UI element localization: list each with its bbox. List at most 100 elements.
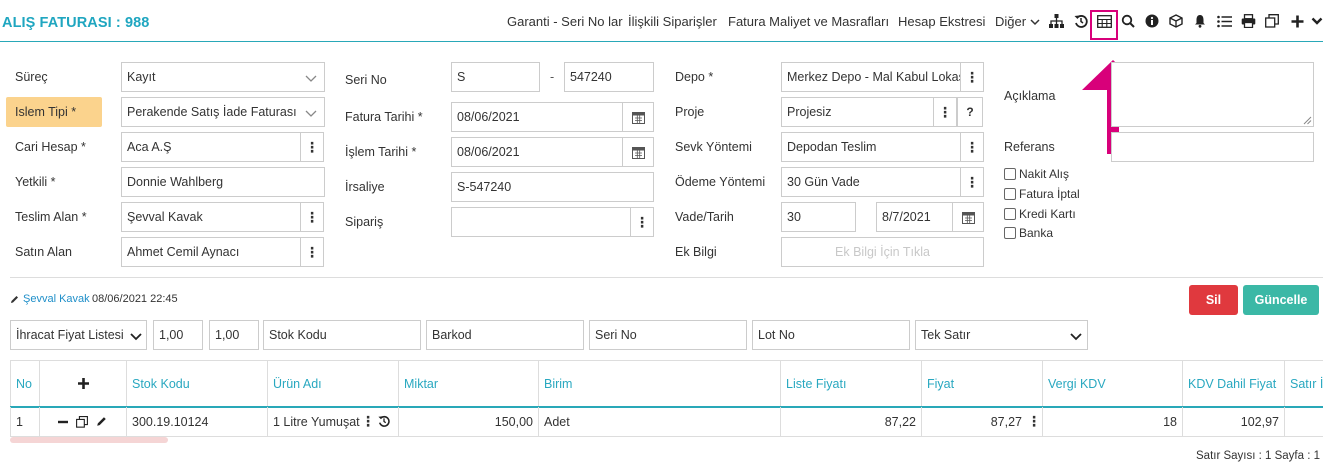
column-header-birim[interactable]: Birim [538,361,780,406]
list-icon[interactable] [1216,13,1232,29]
teslim-alan-menu-button[interactable]: ⋮ [300,202,324,232]
column-header-vergi-kdv[interactable]: Vergi KDV [1042,361,1182,406]
siparis-menu-button[interactable]: ⋮ [630,207,654,237]
row-menu-button[interactable]: ⋮ [361,413,375,430]
odeme-yontemi-menu-button[interactable]: ⋮ [960,167,984,197]
search-icon[interactable] [1120,13,1136,29]
link-fatura-maliyet[interactable]: Fatura Maliyet ve Masrafları [728,14,889,29]
fatura-iptal-checkbox[interactable]: Fatura İptal [1004,187,1080,201]
copy-icon[interactable] [1264,13,1280,29]
depo-input[interactable]: Merkez Depo - Mal Kabul Lokas [781,62,961,92]
print-icon[interactable] [1240,13,1256,29]
checkbox-label: Nakit Alış [1019,167,1070,181]
proje-label: Proje [675,105,705,119]
menu-diger[interactable]: Diğer [995,14,1040,29]
chevron-down-icon[interactable] [1310,13,1323,29]
checkbox-box[interactable] [1004,208,1016,220]
islem-tarihi-input[interactable]: 08/06/2021 [451,137,623,167]
depo-menu-button[interactable]: ⋮ [960,62,984,92]
plus-icon [77,378,89,389]
checkbox-box[interactable] [1004,188,1016,200]
chevron-down-icon [130,333,142,341]
odeme-yontemi-input[interactable]: 30 Gün Vade [781,167,961,197]
nakit-alis-checkbox[interactable]: Nakit Alış [1004,167,1069,181]
column-header-urun-adi[interactable]: Ürün Adı [267,361,398,406]
lot-no-input[interactable]: Lot No [752,320,910,350]
price-list-select[interactable]: İhracat Fiyat Listesi [10,320,147,350]
column-header-kdv-dahil-fiyat[interactable]: KDV Dahil Fiyat [1182,361,1284,406]
minus-icon[interactable] [58,417,68,427]
satin-alan-menu-button[interactable]: ⋮ [300,237,324,267]
history-icon[interactable] [378,415,390,427]
checkbox-box[interactable] [1004,168,1016,180]
cari-hesap-menu-button[interactable]: ⋮ [300,132,324,162]
cube-icon[interactable] [1168,13,1184,29]
mode-select[interactable]: Tek Satır [915,320,1088,350]
aciklama-label: Açıklama [1004,89,1056,103]
seri-no-number-input[interactable]: 547240 [564,62,654,92]
quantity-input-2[interactable]: 1,00 [209,320,259,350]
column-header-miktar[interactable]: Miktar [398,361,538,406]
mode-value: Tek Satır [921,328,971,342]
vade-date-input[interactable]: 8/7/2021 [876,202,953,232]
checkbox-label: Kredi Kartı [1019,207,1076,221]
fatura-tarihi-input[interactable]: 08/06/2021 [451,102,623,132]
checkbox-box[interactable] [1004,227,1016,239]
cell-kdv-dahil: 102,97 [1182,407,1284,437]
calendar-icon[interactable] [952,202,984,232]
update-button[interactable]: Güncelle [1243,285,1319,315]
cari-hesap-input[interactable]: Aca A.Ş [121,132,301,162]
calendar-icon[interactable] [622,137,654,167]
resize-handle-icon[interactable] [1303,116,1312,125]
barkod-input[interactable]: Barkod [426,320,584,350]
siparis-input[interactable] [451,207,631,237]
sitemap-icon[interactable] [1048,13,1064,29]
plus-icon[interactable] [1289,13,1305,29]
column-header-satir[interactable]: Satır İ [1284,361,1323,406]
aciklama-textarea[interactable] [1111,62,1314,127]
link-garanti-seri[interactable]: Garanti - Seri No lar [507,14,623,29]
cell-vergi-kdv: 18 [1042,407,1182,437]
delete-button[interactable]: Sil [1189,285,1238,315]
referans-input[interactable] [1111,132,1314,162]
proje-menu-button[interactable]: ⋮ [933,97,957,127]
proje-input[interactable]: Projesiz [781,97,934,127]
bell-icon[interactable] [1192,13,1208,29]
column-header-no[interactable]: No [10,361,39,406]
sevk-yontemi-menu-button[interactable]: ⋮ [960,132,984,162]
pencil-icon[interactable] [96,416,107,427]
column-header-fiyat[interactable]: Fiyat [921,361,1042,406]
fiyat-menu-button[interactable]: ⋮ [1027,413,1041,430]
sevk-yontemi-input[interactable]: Depodan Teslim [781,132,961,162]
calendar-icon[interactable] [622,102,654,132]
checkbox-label: Banka [1019,226,1054,240]
horizontal-scrollbar[interactable] [10,437,168,443]
seri-no-prefix-input[interactable]: S [451,62,540,92]
add-row-button[interactable] [39,361,126,406]
chevron-down-icon [1030,19,1040,26]
islem-tipi-select[interactable]: Perakende Satış İade Faturası [121,97,325,127]
column-header-stok-kodu[interactable]: Stok Kodu [126,361,267,406]
satin-alan-input[interactable]: Ahmet Cemil Aynacı [121,237,301,267]
ek-bilgi-button[interactable]: Ek Bilgi İçin Tıkla [781,237,984,267]
copy-icon[interactable] [76,415,88,428]
chevron-down-icon [305,75,317,82]
audit-user-link[interactable]: Şevval Kavak [23,293,90,305]
link-hesap-ekstresi[interactable]: Hesap Ekstresi [898,14,985,29]
irsaliye-input[interactable]: S-547240 [451,172,654,202]
vade-days-input[interactable]: 30 [781,202,856,232]
history-icon[interactable] [1073,13,1089,29]
islem-tipi-label: Islem Tipi * [15,105,77,119]
column-header-liste-fiyati[interactable]: Liste Fiyatı [780,361,921,406]
yetkili-input[interactable]: Donnie Wahlberg [121,167,325,197]
surec-select[interactable]: Kayıt [121,62,325,92]
proje-help-button[interactable]: ? [957,97,983,127]
banka-checkbox[interactable]: Banka [1004,226,1053,240]
quantity-input-1[interactable]: 1,00 [153,320,203,350]
link-iliskili-siparisler[interactable]: İlişkili Siparişler [628,14,717,29]
stok-kodu-input[interactable]: Stok Kodu [263,320,421,350]
info-icon[interactable] [1144,13,1160,29]
seri-no-entry-input[interactable]: Seri No [589,320,747,350]
teslim-alan-input[interactable]: Şevval Kavak [121,202,301,232]
kredi-karti-checkbox[interactable]: Kredi Kartı [1004,207,1076,221]
